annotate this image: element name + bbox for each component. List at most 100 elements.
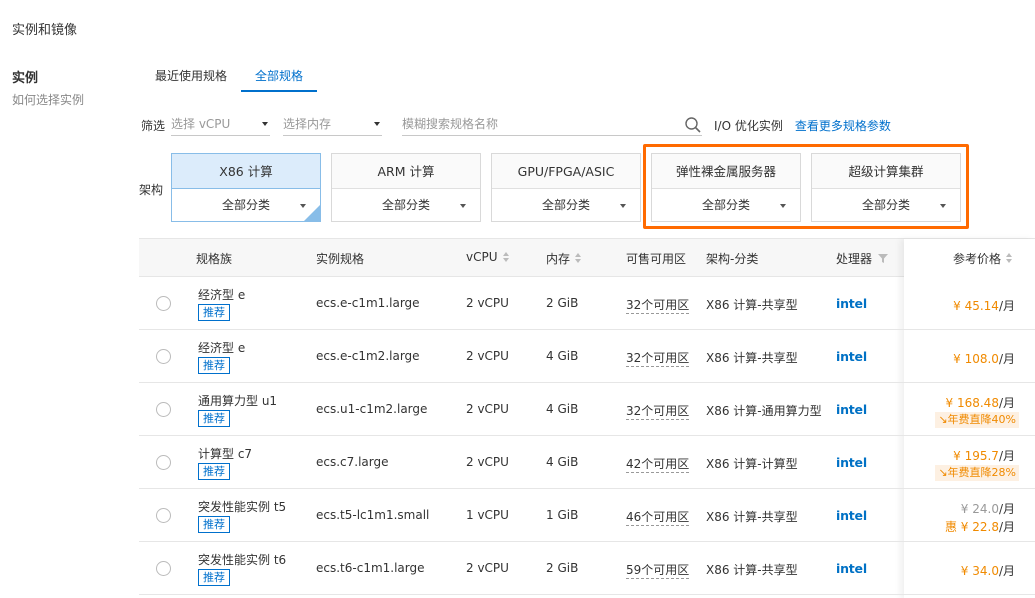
row-arch: X86 计算-共享型 — [706, 351, 798, 365]
row-spec: ecs.e-c1m1.large — [316, 296, 420, 310]
arch-card-category: 全部分类 — [381, 198, 430, 212]
sort-icon[interactable] — [1006, 253, 1013, 264]
side-title: 实例 — [12, 71, 39, 86]
caret-down-icon — [262, 122, 269, 126]
header-vcpu-label: vCPU — [466, 250, 498, 264]
recommend-badge: 推荐 — [198, 357, 230, 374]
header-spec-label: 实例规格 — [316, 252, 365, 266]
row-zones[interactable]: 32个可用区 — [626, 296, 690, 314]
highlight-box — [643, 144, 969, 229]
row-vcpu: 2 vCPU — [466, 402, 509, 416]
header-arch-label: 架构-分类 — [706, 252, 759, 266]
intel-logo-icon: intel — [836, 349, 867, 364]
header-zones: 可售可用区 — [626, 250, 686, 267]
header-memory[interactable]: 内存 — [546, 250, 582, 267]
row-arch: X86 计算-计算型 — [706, 457, 798, 471]
row-arch: X86 计算-共享型 — [706, 563, 798, 577]
row-memory: 4 GiB — [546, 402, 579, 416]
caret-down-icon — [620, 204, 626, 208]
row-zones[interactable]: 32个可用区 — [626, 349, 690, 367]
row-radio[interactable] — [156, 508, 171, 523]
intel-logo-icon: intel — [836, 455, 867, 470]
table-row[interactable]: 经济型 e 推荐 ecs.e-c1m2.large 2 vCPU 4 GiB 3… — [139, 330, 1035, 383]
row-vcpu: 2 vCPU — [466, 349, 509, 363]
arch-card-category-select[interactable]: 全部分类 — [172, 189, 320, 222]
arch-card-category-select[interactable]: 全部分类 — [332, 189, 480, 222]
row-spec: ecs.u1-c1m2.large — [316, 402, 428, 416]
spec-search-input[interactable]: 模糊搜索规格名称 — [402, 114, 703, 136]
row-memory: 2 GiB — [546, 296, 579, 310]
row-vcpu: 2 vCPU — [466, 561, 509, 575]
vcpu-select-placeholder: 选择 vCPU — [171, 117, 231, 131]
table-row[interactable]: 突发性能实例 t5 推荐 ecs.t5-lc1m1.small 1 vCPU 1… — [139, 489, 1035, 542]
row-zones[interactable]: 32个可用区 — [626, 402, 690, 420]
row-spec: ecs.t6-c1m1.large — [316, 561, 425, 575]
tab-all[interactable]: 全部规格 — [241, 62, 318, 92]
row-arch: X86 计算-通用算力型 — [706, 404, 822, 418]
row-radio[interactable] — [156, 349, 171, 364]
table-row[interactable]: 计算型 c7 推荐 ecs.c7.large 2 vCPU 4 GiB 42个可… — [139, 436, 1035, 489]
header-price[interactable]: 参考价格 — [953, 250, 1013, 267]
row-family: 通用算力型 u1 — [198, 394, 278, 408]
table-header: 规格族 实例规格 vCPU 内存 可售可用区 架构-分类 处理器 — [139, 239, 1035, 277]
more-params-link[interactable]: 查看更多规格参数 — [795, 116, 891, 136]
sort-icon[interactable] — [502, 251, 510, 263]
header-family-label: 规格族 — [196, 252, 233, 266]
row-family: 经济型 e — [198, 341, 246, 355]
arch-card-name: ARM 计算 — [332, 154, 480, 189]
filter-label: 筛选 — [141, 119, 166, 133]
arch-card-arm[interactable]: ARM 计算 全部分类 — [331, 153, 481, 222]
help-link[interactable]: 如何选择实例 — [12, 91, 84, 108]
row-radio[interactable] — [156, 455, 171, 470]
caret-down-icon — [374, 122, 381, 126]
io-optimized-label: I/O 优化实例 — [714, 119, 783, 133]
row-arch: X86 计算-共享型 — [706, 510, 798, 524]
vcpu-select[interactable]: 选择 vCPU — [171, 114, 271, 136]
header-cpu-label: 处理器 — [836, 252, 873, 266]
memory-select[interactable]: 选择内存 — [283, 114, 383, 136]
table-row[interactable]: 经济型 e 推荐 ecs.e-c1m1.large 2 vCPU 2 GiB 3… — [139, 277, 1035, 330]
row-zones[interactable]: 59个可用区 — [626, 561, 690, 579]
table-row[interactable]: 突发性能实例 t6 推荐 ecs.t6-c1m1.large 2 vCPU 2 … — [139, 542, 1035, 595]
recommend-badge: 推荐 — [198, 410, 230, 427]
row-radio[interactable] — [156, 561, 171, 576]
arch-card-name: X86 计算 — [172, 154, 320, 189]
section-title: 实例和镜像 — [12, 23, 78, 38]
row-memory: 2 GiB — [546, 561, 579, 575]
search-icon[interactable] — [684, 116, 702, 134]
spec-table: 规格族 实例规格 vCPU 内存 可售可用区 架构-分类 处理器 参考价格 ¥ … — [139, 238, 1035, 598]
filter-icon[interactable] — [878, 254, 889, 263]
filter-row: 筛选 选择 vCPU 选择内存 模糊搜索规格名称 I/O 优化实例 查看更多规格… — [141, 114, 891, 136]
header-family: 规格族 — [196, 250, 232, 267]
header-cpu[interactable]: 处理器 — [836, 250, 889, 267]
row-radio[interactable] — [156, 296, 171, 311]
row-spec: ecs.e-c1m2.large — [316, 349, 420, 363]
caret-down-icon — [460, 204, 466, 208]
header-spec: 实例规格 — [316, 250, 364, 267]
row-zones[interactable]: 42个可用区 — [626, 455, 690, 473]
intel-logo-icon: intel — [836, 561, 867, 576]
row-family: 突发性能实例 t5 — [198, 500, 287, 514]
header-vcpu[interactable]: vCPU — [466, 250, 510, 264]
arch-card-x86[interactable]: X86 计算 全部分类 — [171, 153, 321, 222]
header-arch: 架构-分类 — [706, 250, 758, 267]
recommend-badge: 推荐 — [198, 304, 230, 321]
arch-card-category: 全部分类 — [541, 198, 590, 212]
table-row[interactable]: 通用算力型 u1 推荐 ecs.u1-c1m2.large 2 vCPU 4 G… — [139, 383, 1035, 436]
recommend-badge: 推荐 — [198, 569, 230, 586]
arch-card-category-select[interactable]: 全部分类 — [492, 189, 640, 222]
row-memory: 4 GiB — [546, 349, 579, 363]
intel-logo-icon: intel — [836, 402, 867, 417]
header-price-label: 参考价格 — [952, 252, 1001, 266]
sort-icon[interactable] — [575, 253, 582, 264]
selected-corner-icon — [304, 205, 320, 221]
arch-card-gpu[interactable]: GPU/FPGA/ASIC 全部分类 — [491, 153, 641, 222]
tab-recent[interactable]: 最近使用规格 — [141, 62, 241, 92]
row-family: 经济型 e — [198, 288, 246, 302]
row-vcpu: 2 vCPU — [466, 455, 509, 469]
recommend-badge: 推荐 — [198, 516, 230, 533]
row-zones[interactable]: 46个可用区 — [626, 508, 690, 526]
intel-logo-icon: intel — [836, 296, 867, 311]
row-memory: 1 GiB — [546, 508, 579, 522]
row-radio[interactable] — [156, 402, 171, 417]
